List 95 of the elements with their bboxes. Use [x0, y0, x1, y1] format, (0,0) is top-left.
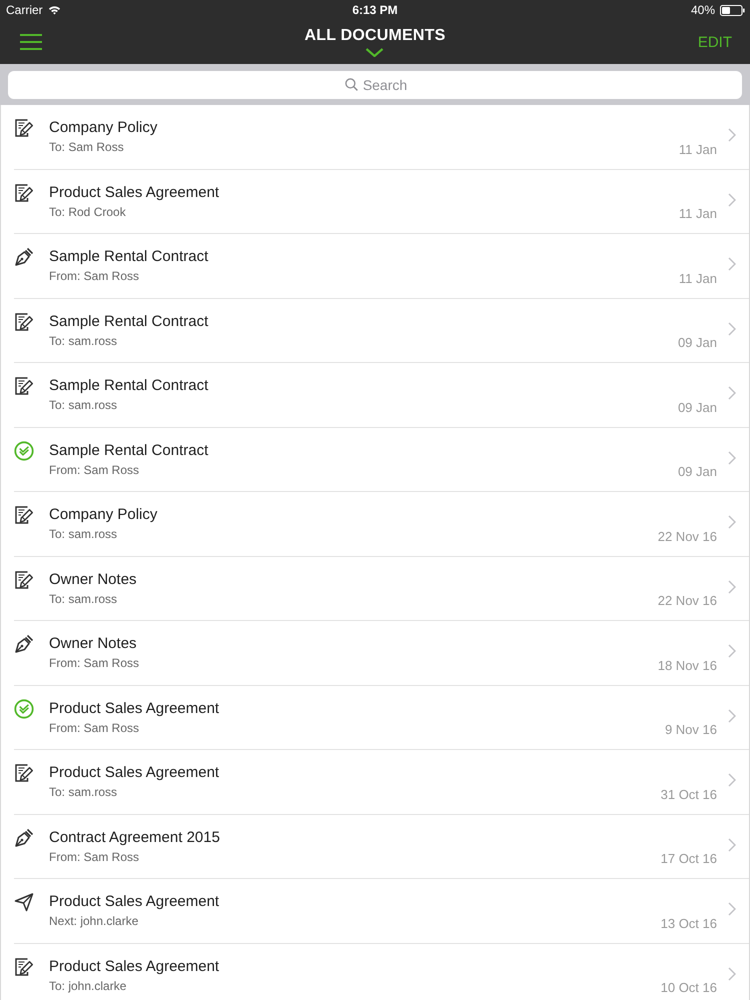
document-date: 22 Nov 16	[658, 593, 717, 610]
document-date: 09 Jan	[678, 400, 717, 416]
document-list-item[interactable]: Company Policy To: Sam Ross 11 Jan	[14, 105, 749, 170]
chevron-right-icon	[728, 192, 736, 207]
document-subtitle: To: Rod Crook	[49, 204, 127, 220]
document-title: Sample Rental Contract	[49, 248, 210, 266]
document-title: Product Sales Agreement	[49, 184, 220, 202]
document-subtitle: From: Sam Ross	[49, 462, 140, 478]
document-subtitle: From: Sam Ross	[49, 268, 140, 284]
document-list-item[interactable]: Contract Agreement 2015 From: Sam Ross 17 Oct 16	[14, 814, 749, 879]
document-date: 9 Nov 16	[664, 722, 717, 739]
documents-filter-button[interactable]: ALL DOCUMENTS	[304, 26, 446, 57]
pen-nib-icon	[14, 634, 34, 654]
document-list-item[interactable]: Owner Notes To: sam.ross 22 Nov 16	[14, 556, 749, 621]
document-title: Owner Notes	[49, 570, 138, 588]
document-pencil-icon	[14, 376, 34, 396]
document-subtitle: To: sam.ross	[49, 590, 118, 606]
document-list-item[interactable]: Product Sales Agreement To: john.clarke 10 Oct 16	[14, 944, 749, 1000]
document-list-item[interactable]: Sample Rental Contract From: Sam Ross 09 Jan	[14, 428, 749, 492]
document-date: 13 Oct 16	[660, 916, 717, 932]
document-list-item[interactable]: Company Policy To: sam.ross 22 Nov 16	[14, 492, 749, 556]
document-list-item[interactable]: Sample Rental Contract To: sam.ross 09 Jan	[14, 298, 749, 363]
document-list-item[interactable]: Sample Rental Contract To: sam.ross 09 Jan	[14, 363, 749, 428]
document-title: Sample Rental Contract	[49, 312, 210, 330]
document-title: Product Sales Agreement	[49, 700, 220, 718]
document-pencil-icon	[14, 118, 34, 138]
document-list-item[interactable]: Product Sales Agreement From: Sam Ross 9 Nov 16	[14, 686, 749, 750]
document-subtitle: To: sam.ross	[49, 526, 118, 542]
document-pencil-icon	[14, 312, 34, 332]
document-pencil-icon	[14, 182, 34, 202]
document-list-item[interactable]: Product Sales Agreement Next: john.clarke 13 Oct 16	[14, 879, 749, 944]
document-title: Product Sales Agreement	[49, 958, 220, 976]
document-date: 09 Jan	[678, 464, 717, 481]
document-list-item[interactable]: Product Sales Agreement To: sam.ross 31 Oct 16	[14, 750, 749, 814]
document-date: 18 Nov 16	[658, 658, 717, 674]
document-title: Product Sales Agreement	[49, 764, 220, 782]
document-title: Sample Rental Contract	[49, 377, 210, 395]
document-date: 17 Oct 16	[660, 851, 717, 868]
check-circle-icon	[14, 698, 34, 718]
paper-plane-icon	[14, 892, 34, 912]
document-pencil-icon	[14, 956, 34, 976]
document-subtitle: From: Sam Ross	[49, 848, 140, 864]
menu-icon	[20, 34, 42, 50]
chevron-right-icon	[728, 386, 736, 400]
document-subtitle: To: sam.ross	[49, 784, 118, 800]
wifi-icon	[48, 5, 61, 15]
document-title: Contract Agreement 2015	[49, 828, 221, 846]
document-title: Product Sales Agreement	[49, 893, 220, 911]
document-pencil-icon	[14, 570, 34, 590]
chevron-down-icon	[366, 48, 384, 57]
document-date: 31 Oct 16	[660, 786, 717, 804]
document-list-item[interactable]: Product Sales Agreement To: Rod Crook 11 Jan	[14, 170, 749, 234]
chevron-right-icon	[728, 966, 736, 981]
chevron-right-icon	[728, 773, 736, 788]
document-title: Owner Notes	[49, 635, 138, 653]
check-circle-icon	[14, 440, 34, 460]
chevron-right-icon	[728, 450, 736, 465]
search-icon	[345, 78, 358, 91]
chevron-right-icon	[728, 580, 736, 594]
document-pencil-icon	[14, 763, 34, 783]
chevron-right-icon	[728, 644, 736, 658]
chevron-right-icon	[728, 902, 736, 916]
pen-nib-icon	[14, 828, 34, 848]
document-subtitle: From: Sam Ross	[49, 720, 140, 736]
status-time: 6:13 PM	[352, 3, 398, 17]
chevron-right-icon	[728, 515, 736, 530]
document-date: 10 Oct 16	[660, 980, 717, 997]
document-subtitle: To: sam.ross	[49, 397, 118, 413]
pen-nib-icon	[14, 247, 34, 267]
battery-percentage: 40%	[690, 3, 715, 17]
document-date: 11 Jan	[678, 270, 717, 288]
document-date: 11 Jan	[678, 206, 717, 223]
document-list-item[interactable]: Owner Notes From: Sam Ross 18 Nov 16	[14, 621, 749, 686]
chevron-right-icon	[728, 322, 736, 336]
chevron-right-icon	[728, 257, 736, 272]
document-subtitle: To: john.clarke	[49, 978, 128, 994]
carrier-name: Carrier	[6, 3, 43, 17]
document-title: Company Policy	[49, 119, 158, 137]
chevron-right-icon	[728, 708, 736, 723]
edit-button[interactable]: EDIT	[698, 34, 732, 52]
search-field[interactable]: Search	[8, 70, 742, 98]
document-subtitle: From: Sam Ross	[49, 655, 140, 671]
document-date: 11 Jan	[678, 142, 717, 158]
document-date: 09 Jan	[678, 335, 717, 352]
document-title: Company Policy	[49, 506, 158, 524]
chevron-right-icon	[728, 128, 736, 142]
document-date: 22 Nov 16	[658, 528, 717, 546]
document-subtitle: To: sam.ross	[49, 332, 118, 348]
document-pencil-icon	[14, 505, 34, 525]
battery-icon	[720, 4, 745, 16]
document-subtitle: To: Sam Ross	[49, 139, 125, 155]
document-title: Sample Rental Contract	[49, 442, 210, 460]
chevron-right-icon	[728, 838, 736, 852]
document-subtitle: Next: john.clarke	[49, 913, 140, 929]
document-list-item[interactable]: Sample Rental Contract From: Sam Ross 11 Jan	[14, 234, 749, 298]
